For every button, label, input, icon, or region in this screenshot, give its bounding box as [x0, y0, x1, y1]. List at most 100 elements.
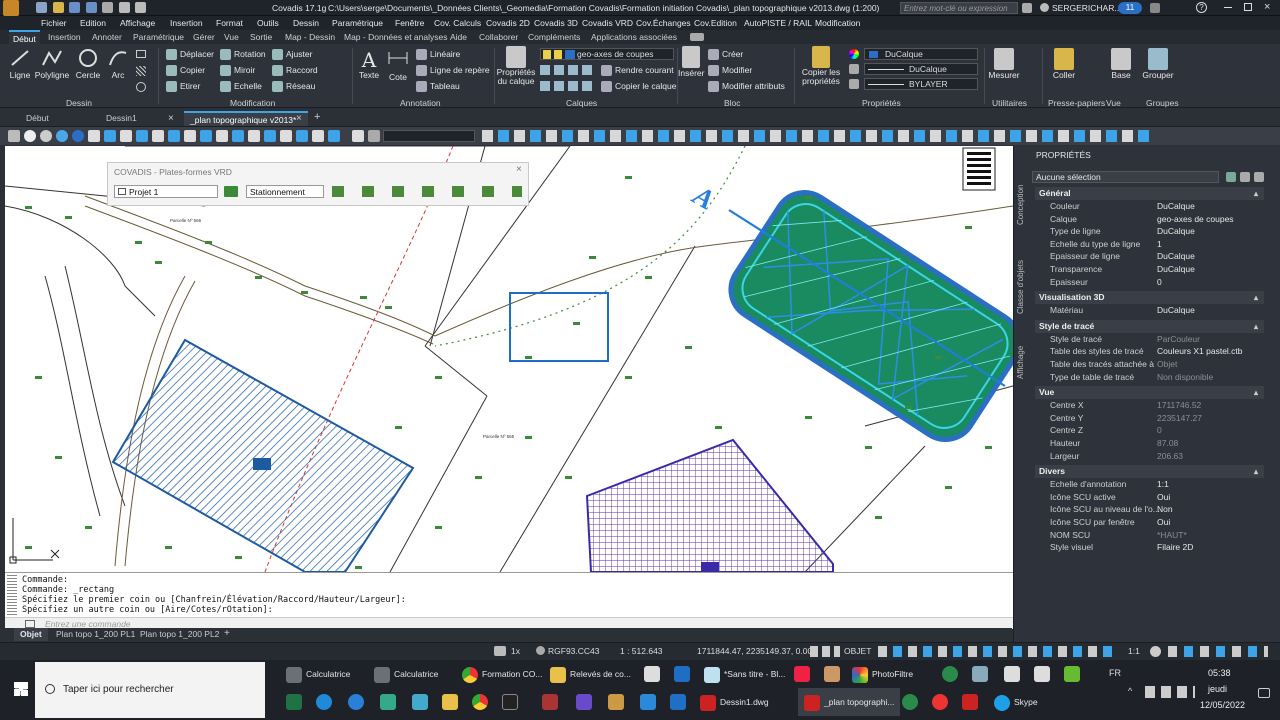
toggle-pickadd-icon[interactable]	[1226, 172, 1236, 182]
undo-icon[interactable]	[118, 2, 130, 14]
toolbar-combo[interactable]	[383, 130, 475, 142]
property-row[interactable]: Calque geo-axes de coupes	[1014, 214, 1276, 226]
rendre-courant-button[interactable]: Rendre courant	[601, 65, 674, 77]
app-icon[interactable]	[932, 694, 948, 710]
ligne-repere-button[interactable]: Ligne de repère	[416, 65, 490, 77]
modification-group-label[interactable]: Modification	[230, 98, 275, 108]
menu-covadis-2d[interactable]: Covadis 2D	[486, 18, 530, 28]
close-icon[interactable]: ×	[1264, 1, 1270, 13]
building-marker[interactable]	[253, 458, 271, 470]
panel-close-icon[interactable]: ×	[516, 164, 522, 175]
chrome-icon[interactable]	[472, 694, 488, 710]
tool-icon[interactable]	[200, 130, 212, 142]
tableau-button[interactable]: Tableau	[416, 81, 460, 93]
property-row[interactable]: Type de table de tracé Non disponible	[1014, 372, 1276, 384]
menu-cov-echanges[interactable]: Cov.Échanges	[636, 18, 691, 28]
tab-applications[interactable]: Applications associées	[591, 32, 677, 42]
app-icon[interactable]	[644, 666, 660, 682]
app-icon[interactable]	[674, 666, 690, 682]
property-value[interactable]: DuCalque	[1157, 305, 1195, 315]
objet-mode[interactable]: OBJET	[844, 646, 871, 656]
taskbar-item-photofiltre[interactable]: PhotoFiltre	[852, 660, 913, 688]
windows-start-icon[interactable]	[14, 682, 28, 696]
property-row[interactable]: NOM SCU *HAUT*	[1014, 530, 1276, 542]
layout-tab-pl1[interactable]: Plan topo 1_200 PL1	[56, 629, 135, 639]
notification-badge[interactable]: 11	[1118, 2, 1142, 14]
user-name[interactable]: SERGERICHAR...	[1052, 3, 1121, 13]
purple-marker[interactable]	[701, 562, 719, 572]
binoculars-icon[interactable]	[1022, 3, 1032, 13]
tool-icon[interactable]	[120, 130, 132, 142]
tool-icon[interactable]	[248, 130, 260, 142]
redo-icon[interactable]	[135, 2, 147, 14]
coller-button[interactable]: Coller	[1050, 48, 1078, 80]
status-tools-strip-3[interactable]	[1168, 646, 1268, 657]
modifier-attributs-button[interactable]: Modifier attributs	[708, 81, 785, 93]
property-row[interactable]: Echelle du type de ligne 1	[1014, 239, 1276, 251]
property-value[interactable]: DuCalque	[1157, 251, 1195, 261]
property-value[interactable]: 1	[1157, 239, 1162, 249]
tool-icon[interactable]	[40, 130, 52, 142]
property-row[interactable]: Hauteur 87.08	[1014, 438, 1276, 450]
property-value[interactable]: *HAUT*	[1157, 530, 1187, 540]
tab-sortie[interactable]: Sortie	[250, 32, 272, 42]
property-value[interactable]: 87.08	[1157, 438, 1178, 448]
doc-tab-plan-topo[interactable]: _plan topographique v2013*	[184, 111, 308, 126]
echelle-button[interactable]: Echelle	[220, 81, 262, 93]
taskbar-item-dessin1[interactable]: Dessin1.dwg	[700, 688, 769, 716]
chevron-up-icon[interactable]: ▴	[1254, 465, 1258, 478]
property-value[interactable]: geo-axes de coupes	[1157, 214, 1234, 224]
autocad-icon[interactable]	[962, 694, 978, 710]
doc-tab-debut[interactable]: Début	[20, 111, 100, 126]
tab-insertion[interactable]: Insertion	[48, 32, 81, 42]
menu-cov-edition[interactable]: Cov.Edition	[694, 18, 737, 28]
clock-date[interactable]: 12/05/2022	[1200, 700, 1245, 710]
property-row[interactable]: Style visuel Filaire 2D	[1014, 542, 1276, 554]
taskbar-item-notepad[interactable]: *Sans titre - Bl...	[704, 660, 785, 688]
property-row[interactable]: Couleur DuCalque	[1014, 201, 1276, 213]
layout-tab-pl2[interactable]: Plan topo 1_200 PL2	[140, 629, 219, 639]
menu-modification[interactable]: Modification	[815, 18, 860, 28]
copier-proprietes-button[interactable]: Copier les propriétés	[796, 46, 846, 86]
scale-ratio[interactable]: 1 : 512.643	[620, 646, 663, 656]
status-tools-strip[interactable]	[810, 646, 840, 657]
property-value[interactable]: 0	[1157, 277, 1162, 287]
property-value[interactable]: Filaire 2D	[1157, 542, 1193, 552]
tool-icon[interactable]	[152, 130, 164, 142]
tool-icon[interactable]	[8, 130, 20, 142]
property-value[interactable]: 1:1	[1157, 479, 1169, 489]
property-row[interactable]: Largeur 206.63	[1014, 451, 1276, 463]
tab-vue[interactable]: Vue	[224, 32, 239, 42]
search-input[interactable]: Entrez mot-clé ou expression	[901, 4, 1008, 13]
tab-map-dessin[interactable]: Map - Dessin	[285, 32, 335, 42]
excel-icon[interactable]	[286, 694, 302, 710]
cote-button[interactable]: Cote	[386, 48, 410, 82]
menu-autopiste[interactable]: AutoPISTE / RAIL	[744, 18, 812, 28]
lineaire-button[interactable]: Linéaire	[416, 49, 460, 61]
menu-fichier[interactable]: Fichier	[41, 18, 67, 28]
layout-tab-objet[interactable]: Objet	[14, 628, 48, 641]
tab-collaborer[interactable]: Collaborer	[479, 32, 518, 42]
tool-icon[interactable]	[216, 130, 228, 142]
property-value[interactable]: 1711746.52	[1157, 400, 1201, 410]
property-section[interactable]: Visualisation 3D ▴	[1035, 291, 1264, 305]
property-row[interactable]: Centre Z 0	[1014, 425, 1276, 437]
hatch-tool-icon[interactable]	[136, 66, 146, 76]
calques-group-label[interactable]: Calques	[566, 98, 597, 108]
tool-icon[interactable]	[88, 130, 100, 142]
menu-cov-calculs[interactable]: Cov. Calculs	[434, 18, 481, 28]
creer-button[interactable]: Créer	[708, 49, 743, 61]
taskbar-item-calculatrice-1[interactable]: Calculatrice	[286, 660, 350, 688]
drawing-canvas[interactable]: A Parcelle Nº 566 Parcelle Nº 565 COVADI…	[5, 146, 1013, 572]
menu-parametrique[interactable]: Paramétrique	[332, 18, 383, 28]
tool-icon[interactable]	[232, 130, 244, 142]
property-value[interactable]: Oui	[1157, 492, 1170, 502]
taskbar-item-calculatrice-2[interactable]: Calculatrice	[374, 660, 438, 688]
app-icon[interactable]	[794, 666, 810, 682]
taskbar-search-input[interactable]: Taper ici pour rechercher	[63, 684, 174, 695]
drawn-rectangle[interactable]	[509, 292, 609, 362]
taskbar-item-releves[interactable]: Relevés de co...	[550, 660, 631, 688]
minimize-icon[interactable]	[1224, 7, 1232, 8]
lineweight-combo[interactable]: BYLAYER	[864, 78, 978, 90]
app-icon[interactable]	[380, 694, 396, 710]
